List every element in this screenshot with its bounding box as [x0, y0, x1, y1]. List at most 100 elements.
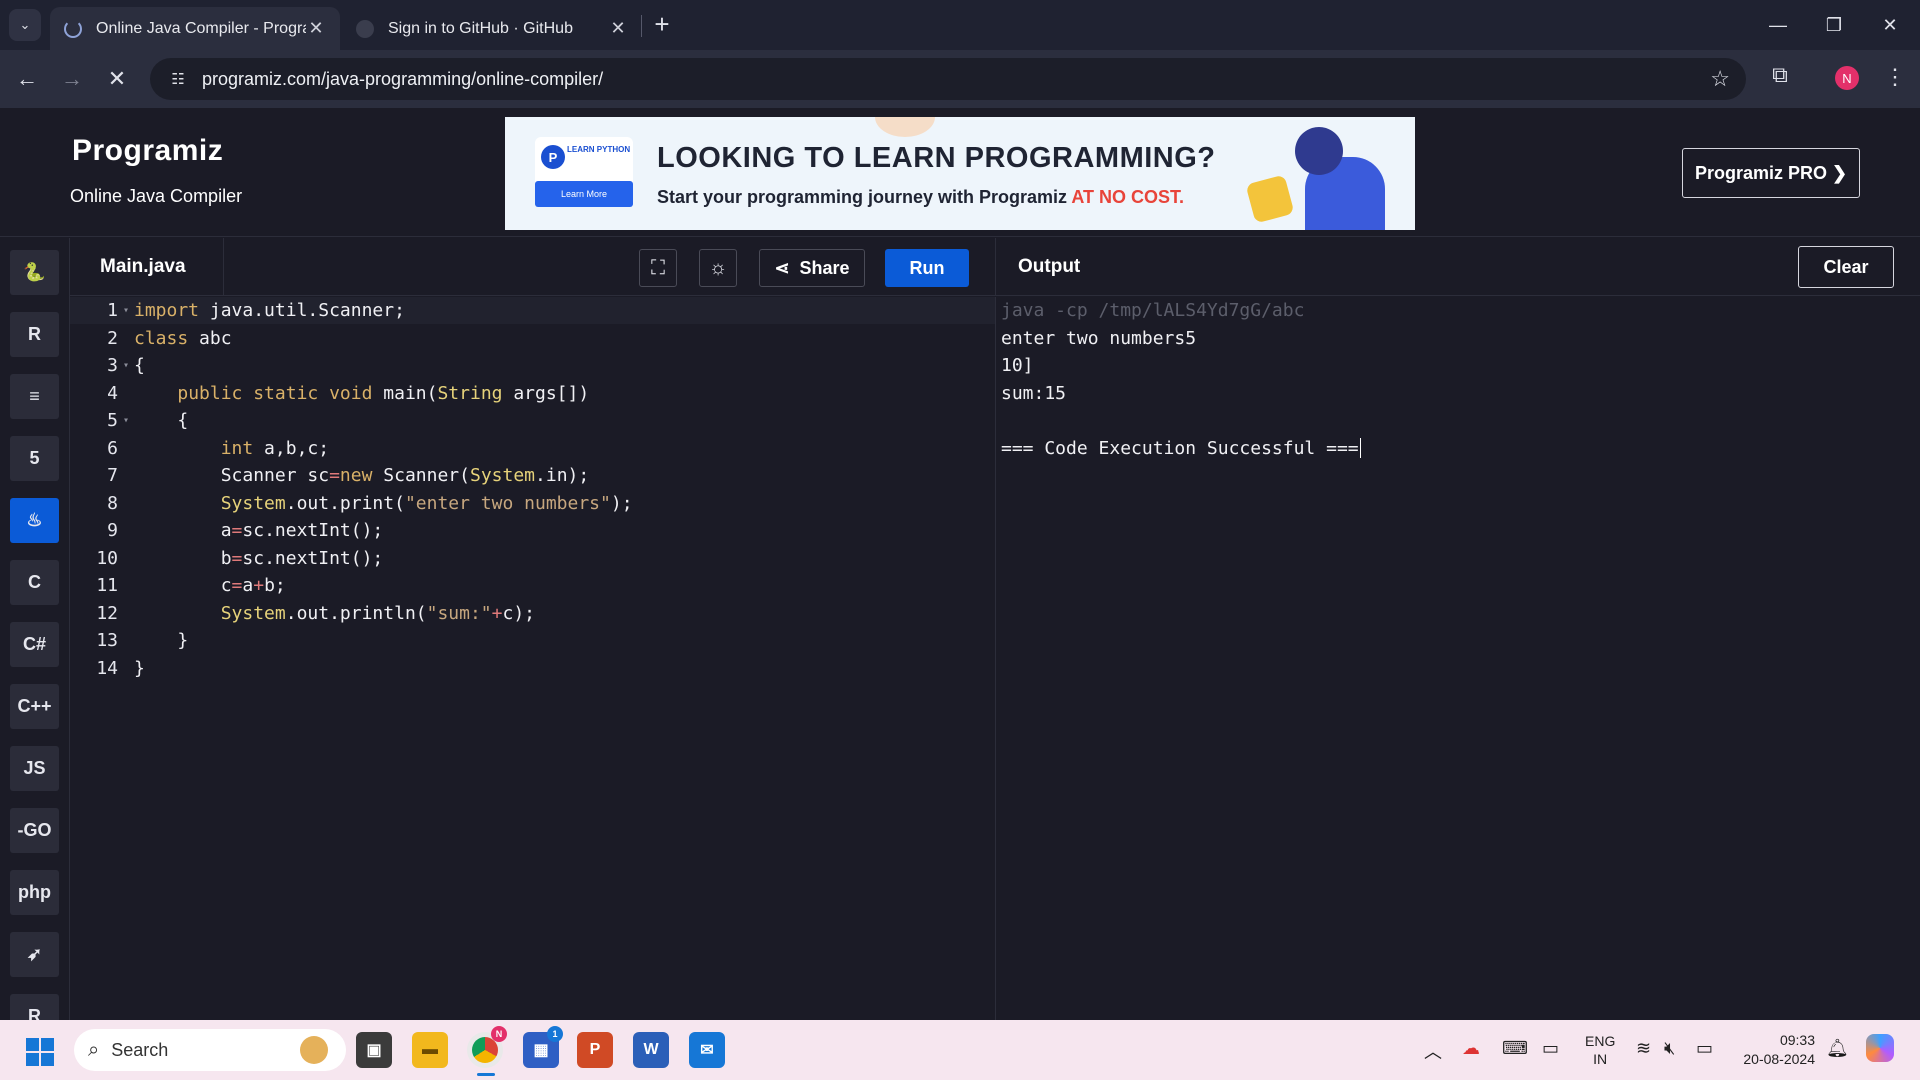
ad-banner[interactable]: P LEARN PYTHON Learn More LOOKING TO LEA… [505, 117, 1415, 230]
file-tab-main-java[interactable]: Main.java [70, 238, 224, 296]
fold-arrow-icon[interactable]: ▾ [118, 415, 134, 426]
code-line[interactable]: 14} [70, 655, 995, 682]
output-console[interactable]: java -cp /tmp/lALS4Yd7gG/abc enter two nu… [995, 297, 1920, 1020]
line-number: 13 [96, 630, 118, 651]
language-indicator[interactable]: ENG IN [1585, 1032, 1615, 1068]
learn-more-button[interactable]: Learn More [535, 181, 633, 207]
search-icon: ⌕ [88, 1038, 100, 1061]
close-window-button[interactable]: ✕ [1862, 0, 1918, 50]
share-button[interactable]: ⋖ Share [759, 249, 865, 287]
programiz-pro-button[interactable]: Programiz PRO ❯ [1682, 148, 1860, 198]
new-tab-button[interactable]: + [650, 9, 674, 41]
windows-start-icon[interactable] [26, 1038, 54, 1066]
code-line[interactable]: 13 } [70, 627, 995, 654]
code-token: "sum:" [426, 602, 492, 624]
language-sql-icon[interactable]: ≡ [10, 374, 59, 419]
code-line[interactable]: 4 public static void main(String args[]) [70, 380, 995, 407]
tab-programiz[interactable]: Online Java Compiler - Program ✕ [50, 7, 340, 50]
notification-bell-icon[interactable]: 🔔︎ [1826, 1038, 1849, 1059]
word-icon[interactable]: W [633, 1032, 669, 1068]
wifi-icon[interactable]: ≋ [1636, 1038, 1651, 1059]
chrome-icon[interactable]: N [467, 1026, 507, 1068]
file-explorer-icon[interactable]: ▬ [412, 1032, 448, 1068]
tab-search-button[interactable]: ⌄ [9, 9, 41, 41]
code-token: abc [188, 327, 232, 349]
code-token: } [134, 630, 189, 651]
url-text[interactable]: programiz.com/java-programming/online-co… [202, 69, 603, 90]
run-button[interactable]: Run [885, 249, 969, 287]
code-text: c=a+b; [134, 575, 286, 596]
more-menu-icon[interactable]: ⋮ [1884, 60, 1906, 94]
code-line[interactable]: 8 System.out.print("enter two numbers"); [70, 490, 995, 517]
fullscreen-button[interactable]: ⛶ [639, 249, 677, 287]
banner-subline: Start your programming journey with Prog… [657, 187, 1184, 208]
microsoft-store-icon[interactable]: ▦ 1 [523, 1026, 563, 1068]
code-line[interactable]: 2 class abc [70, 325, 995, 352]
line-number: 3 [107, 355, 118, 376]
code-line[interactable]: 7 Scanner sc=new Scanner(System.in); [70, 462, 995, 489]
site-info-icon[interactable]: ☷ [158, 70, 198, 88]
minimize-button[interactable]: — [1750, 0, 1806, 50]
touchpad-icon[interactable]: ▭ [1542, 1038, 1559, 1059]
show-hidden-icons[interactable]: ︿ [1424, 1038, 1442, 1064]
language-c-icon[interactable]: C [10, 560, 59, 605]
clear-button[interactable]: Clear [1798, 246, 1894, 288]
code-line[interactable]: 11 c=a+b; [70, 572, 995, 599]
language-cpp-icon[interactable]: C++ [10, 684, 59, 729]
code-token: sc.nextInt(); [242, 547, 384, 569]
copilot-icon[interactable] [1866, 1034, 1894, 1062]
code-text: a=sc.nextInt(); [134, 520, 384, 541]
task-view-icon[interactable]: ▣ [356, 1032, 392, 1068]
fold-arrow-icon[interactable]: ▾ [118, 360, 134, 371]
keyboard-icon[interactable]: ⌨ [1502, 1038, 1528, 1059]
restore-button[interactable]: ❐ [1806, 0, 1862, 50]
language-rust-icon[interactable]: R [10, 994, 59, 1020]
extensions-icon[interactable]: ⧉ [1766, 62, 1794, 90]
language-javascript-icon[interactable]: JS [10, 746, 59, 791]
language-html-icon[interactable]: 5 [10, 436, 59, 481]
arrow-right-icon: → [61, 66, 83, 91]
language-swift-icon[interactable]: ➶ [10, 932, 59, 977]
profile-avatar[interactable]: N [1835, 66, 1859, 90]
code-line[interactable]: 10 b=sc.nextInt(); [70, 545, 995, 572]
bookmark-star-icon[interactable]: ☆ [1710, 66, 1730, 92]
address-bar[interactable]: ☷ programiz.com/java-programming/online-… [150, 58, 1746, 100]
powerpoint-icon[interactable]: P [577, 1032, 613, 1068]
code-token: System [469, 465, 536, 486]
system-clock[interactable]: 09:33 20-08-2024 [1735, 1031, 1815, 1069]
code-editor[interactable]: 1 ▾ import java.util.Scanner; 2 class abc 3 ▾{… [70, 297, 995, 1020]
language-php-icon[interactable]: php [10, 870, 59, 915]
close-icon[interactable]: ✕ [306, 18, 326, 39]
line-number: 1 [107, 300, 118, 321]
code-token: ); [610, 492, 633, 514]
onedrive-error-icon[interactable]: ☁ [1462, 1038, 1480, 1059]
forward-button[interactable]: → [55, 62, 89, 96]
line-number: 12 [96, 602, 118, 624]
line-number: 6 [107, 437, 118, 459]
language-csharp-icon[interactable]: C# [10, 622, 59, 667]
code-line[interactable]: 9 a=sc.nextInt(); [70, 517, 995, 544]
language-r-icon[interactable]: R [10, 312, 59, 357]
programiz-logo[interactable]: Programiz [72, 134, 223, 168]
mail-icon[interactable]: ✉ [689, 1032, 725, 1068]
taskbar-search[interactable]: ⌕ Search [74, 1029, 346, 1071]
code-line[interactable]: 1 ▾ import java.util.Scanner; [70, 297, 995, 324]
language-python-icon[interactable]: 🐍 [10, 250, 59, 295]
output-title: Output [1018, 256, 1081, 277]
back-button[interactable]: ← [10, 62, 44, 96]
close-icon[interactable]: ✕ [608, 18, 628, 39]
language-java-icon[interactable]: ♨ [10, 498, 59, 543]
stop-loading-button[interactable]: ✕ [100, 62, 134, 96]
tab-github[interactable]: Sign in to GitHub · GitHub ✕ [342, 7, 642, 50]
battery-icon[interactable]: ▭ [1696, 1038, 1713, 1059]
code-line[interactable]: 3 ▾{ [70, 352, 995, 379]
code-line[interactable]: 12 System.out.println("sum:"+c); [70, 600, 995, 627]
theme-toggle-button[interactable]: ☼ [699, 249, 737, 287]
fold-arrow-icon[interactable]: ▾ [118, 305, 134, 316]
code-text: } [134, 658, 145, 679]
volume-muted-icon[interactable]: 🔇︎ [1664, 1038, 1675, 1059]
language-go-icon[interactable]: -GO [10, 808, 59, 853]
code-line[interactable]: 5 ▾ { [70, 407, 995, 434]
code-line[interactable]: 6 int a,b,c; [70, 435, 995, 462]
